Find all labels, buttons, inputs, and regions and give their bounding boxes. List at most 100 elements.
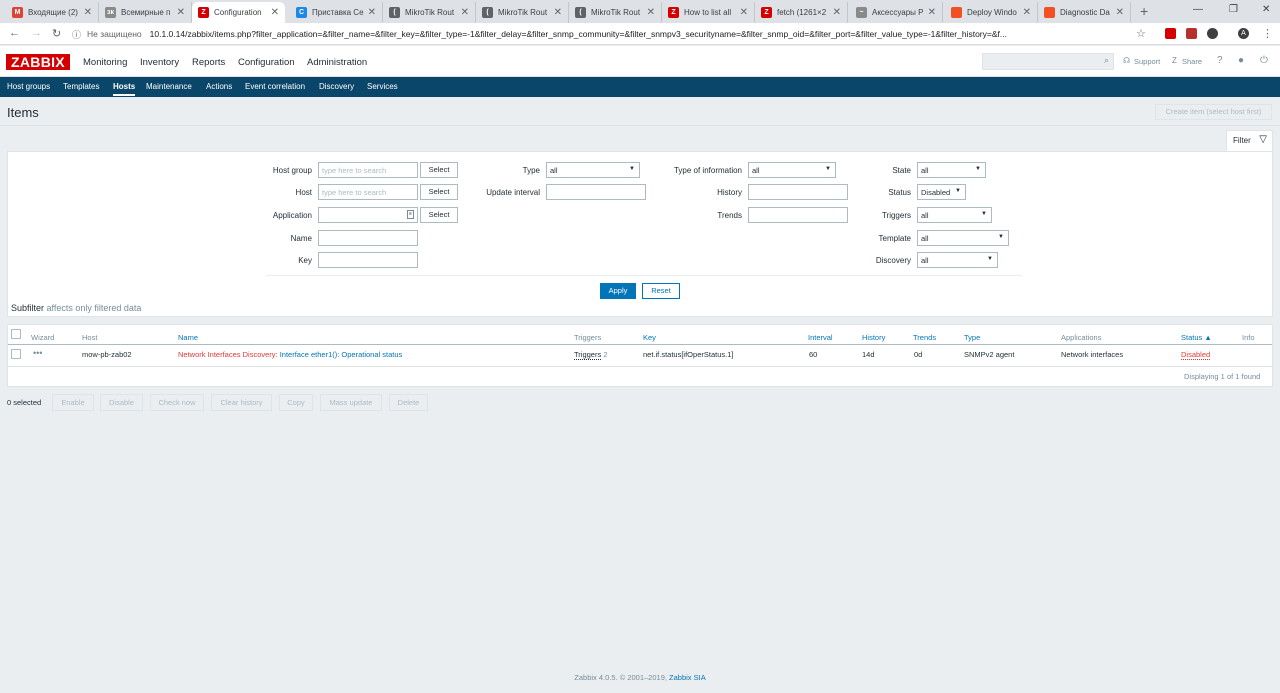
application-select-button[interactable]: Select (420, 207, 458, 223)
tab-close-icon[interactable]: ✕ (177, 7, 185, 18)
new-tab-button[interactable]: + (1140, 3, 1148, 19)
menu-reports[interactable]: Reports (192, 57, 225, 68)
type-of-information-select[interactable]: all ▼ (748, 162, 836, 178)
browser-tab[interactable]: Deploy Windo ✕ (945, 2, 1038, 23)
back-icon[interactable]: ← (9, 27, 20, 39)
application-input[interactable]: ≡ (318, 207, 418, 223)
help-icon[interactable]: ? (1217, 55, 1223, 66)
enable-button[interactable]: Enable (52, 394, 94, 411)
history-input[interactable] (748, 184, 848, 200)
minimize-icon[interactable]: — (1193, 4, 1203, 15)
apply-button[interactable]: Apply (600, 283, 636, 299)
browser-tab[interactable]: C Приставка Се ✕ (290, 2, 383, 23)
browser-tab[interactable]: зк Всемирные п ✕ (99, 2, 192, 23)
update-interval-input[interactable] (546, 184, 646, 200)
bookmark-star-icon[interactable]: ☆ (1136, 27, 1146, 40)
wizard-menu-icon[interactable]: ••• (33, 348, 42, 358)
reset-button[interactable]: Reset (642, 283, 680, 299)
tab-close-icon[interactable]: ✕ (368, 7, 376, 18)
column-header-name[interactable]: Name (178, 333, 198, 342)
global-search-input[interactable]: ⌕ (982, 53, 1114, 70)
menu-inventory[interactable]: Inventory (140, 57, 179, 68)
host-group-input[interactable]: type here to search (318, 162, 418, 178)
maximize-icon[interactable]: ❐ (1229, 4, 1238, 15)
column-header-status[interactable]: Status ▲ (1181, 333, 1212, 342)
submenu-templates[interactable]: Templates (63, 82, 99, 91)
template-select[interactable]: all ▼ (917, 230, 1009, 246)
forward-icon[interactable]: → (31, 27, 42, 39)
discovery-rule-link[interactable]: Network Interfaces Discovery: (178, 350, 278, 359)
browser-tab[interactable]: Z Configuration ✕ (192, 2, 285, 23)
type-select[interactable]: all ▼ (546, 162, 640, 178)
submenu-hosts[interactable]: Hosts (113, 82, 136, 96)
browser-menu-icon[interactable]: ⋮ (1262, 27, 1273, 40)
profile-avatar[interactable]: A (1238, 28, 1249, 39)
submenu-discovery[interactable]: Discovery (319, 82, 354, 91)
submenu-host-groups[interactable]: Host groups (7, 82, 50, 91)
column-header-interval[interactable]: Interval (808, 333, 833, 342)
browser-tab[interactable]: M Входящие (2) ✕ (6, 2, 99, 23)
item-name-link[interactable]: Interface ether1(): Operational status (280, 350, 403, 359)
browser-tab[interactable]: Z How to list all ✕ (662, 2, 755, 23)
submenu-services[interactable]: Services (367, 82, 398, 91)
extension-shield-icon[interactable] (1165, 28, 1176, 39)
reload-icon[interactable]: ↻ (52, 27, 61, 40)
state-select[interactable]: all ▼ (917, 162, 986, 178)
list-icon[interactable]: ≡ (407, 210, 414, 219)
url-field[interactable]: ⓘ Не защищено 10.1.0.14/zabbix/items.php… (72, 26, 1162, 42)
row-status-toggle[interactable]: Disabled (1181, 350, 1211, 360)
column-header-type[interactable]: Type (964, 333, 980, 342)
browser-tab[interactable]: ~ Аксессуары Р ✕ (850, 2, 943, 23)
sign-out-icon[interactable]: ⏻ (1260, 55, 1268, 66)
discovery-select[interactable]: all ▼ (917, 252, 998, 268)
search-icon[interactable]: ⌕ (1104, 55, 1109, 66)
status-select[interactable]: Disabled ▼ (917, 184, 966, 200)
host-input[interactable]: type here to search (318, 184, 418, 200)
clear-history-button[interactable]: Clear history (211, 394, 272, 411)
tab-close-icon[interactable]: ✕ (928, 7, 936, 18)
user-profile-icon[interactable]: ● (1238, 55, 1244, 66)
share-link[interactable]: Share (1182, 57, 1202, 66)
create-item-button[interactable]: Create item (select host first) (1155, 104, 1272, 120)
tab-close-icon[interactable]: ✕ (554, 7, 562, 18)
select-all-checkbox[interactable] (11, 329, 21, 339)
browser-tab[interactable]: Diagnostic Da ✕ (1038, 2, 1131, 23)
zabbix-logo[interactable]: ZABBIX (6, 54, 70, 70)
extension-badge-icon[interactable] (1186, 28, 1197, 39)
menu-configuration[interactable]: Configuration (238, 57, 295, 68)
key-input[interactable] (318, 252, 418, 268)
copy-button[interactable]: Copy (279, 394, 313, 411)
browser-tab[interactable]: Zfetch (1261×2 ✕ (755, 2, 848, 23)
delete-button[interactable]: Delete (389, 394, 428, 411)
support-link[interactable]: Support (1134, 57, 1160, 66)
triggers-select[interactable]: all ▼ (917, 207, 992, 223)
browser-tab[interactable]: (MikroTik Rout ✕ (383, 2, 476, 23)
tab-close-icon[interactable]: ✕ (740, 7, 748, 18)
footer-company-link[interactable]: Zabbix SIA (669, 673, 706, 682)
submenu-maintenance[interactable]: Maintenance (146, 82, 192, 91)
browser-tab[interactable]: (MikroTik Rout ✕ (476, 2, 569, 23)
tab-close-icon[interactable]: ✕ (1023, 7, 1031, 18)
column-header-history[interactable]: History (862, 333, 885, 342)
tab-close-icon[interactable]: ✕ (84, 7, 92, 18)
column-header-key[interactable]: Key (643, 333, 656, 342)
info-icon[interactable]: ⓘ (72, 28, 81, 41)
submenu-actions[interactable]: Actions (206, 82, 232, 91)
browser-tab[interactable]: (MikroTik Rout ✕ (569, 2, 662, 23)
trends-input[interactable] (748, 207, 848, 223)
name-input[interactable] (318, 230, 418, 246)
triggers-link[interactable]: Triggers (574, 350, 602, 360)
close-window-icon[interactable]: ✕ (1262, 4, 1270, 15)
tab-close-icon[interactable]: ✕ (833, 7, 841, 18)
menu-administration[interactable]: Administration (307, 57, 367, 68)
tab-close-icon[interactable]: ✕ (1116, 7, 1124, 18)
mass-update-button[interactable]: Mass update (320, 394, 382, 411)
menu-monitoring[interactable]: Monitoring (83, 57, 127, 68)
tab-close-icon[interactable]: ✕ (461, 7, 469, 18)
column-header-trends[interactable]: Trends (913, 333, 936, 342)
extension-circle-icon[interactable] (1207, 28, 1218, 39)
check-now-button[interactable]: Check now (150, 394, 204, 411)
tab-close-icon[interactable]: ✕ (647, 7, 655, 18)
disable-button[interactable]: Disable (100, 394, 143, 411)
submenu-event-correlation[interactable]: Event correlation (245, 82, 305, 91)
